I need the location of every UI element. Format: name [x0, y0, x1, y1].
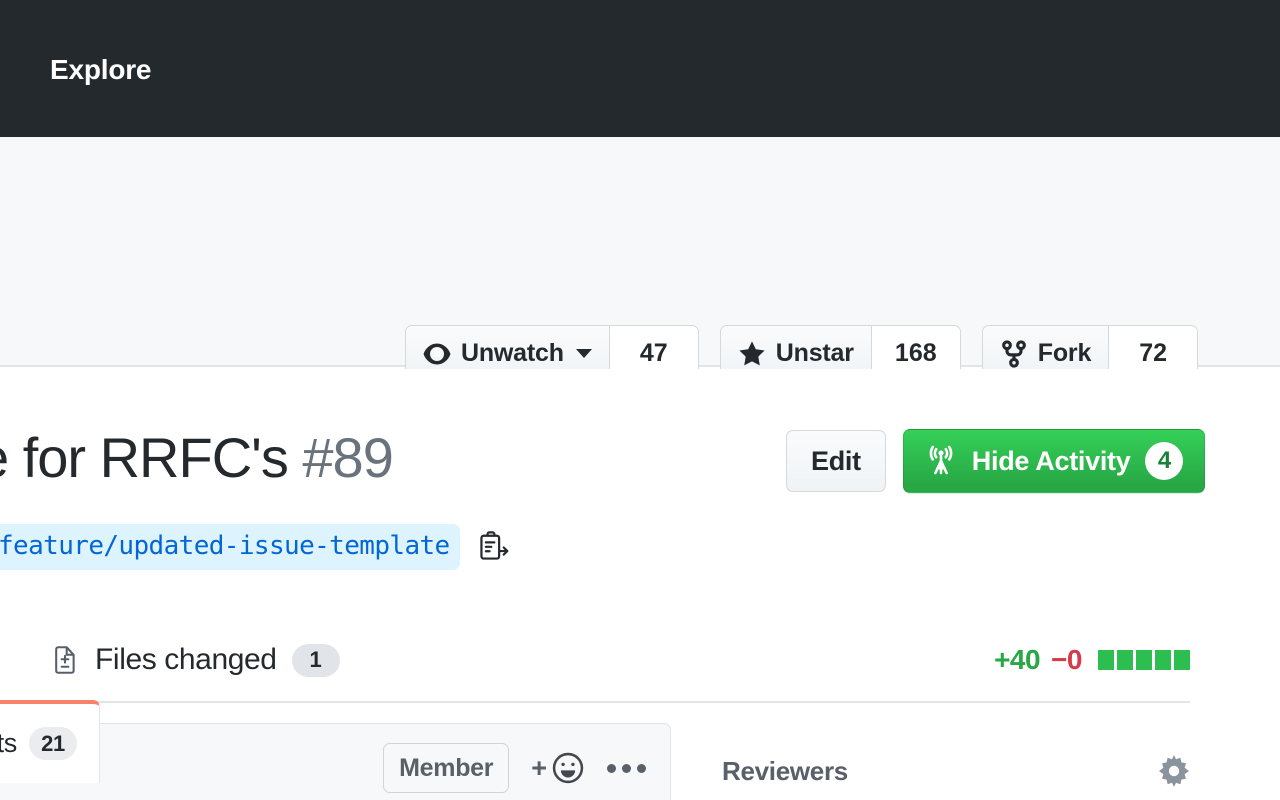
global-nav-item-explore[interactable]: Explore: [50, 54, 151, 86]
diff-stat: +40 −0: [994, 644, 1190, 676]
global-header: e Explore: [0, 0, 1280, 137]
activity-count-badge: 4: [1145, 442, 1183, 480]
smiley-icon: [551, 751, 585, 785]
diff-file-icon: [50, 645, 80, 675]
reviewers-section: Reviewers: [722, 755, 1190, 787]
files-changed-link[interactable]: Files changed 1: [50, 643, 340, 677]
reviewers-title: Reviewers: [722, 756, 848, 787]
broadcast-icon: [925, 445, 957, 477]
branch-row: feature/updated-issue-template: [0, 524, 510, 570]
files-changed-count: 1: [292, 644, 340, 677]
star-icon: [738, 340, 766, 368]
pull-request-title-text: e for RRFC's: [0, 426, 288, 489]
edit-button[interactable]: Edit: [786, 430, 886, 492]
additions-count: +40: [994, 644, 1040, 676]
selected-tab-label: ts: [0, 730, 17, 757]
plus-sign: +: [531, 753, 547, 784]
selected-tab-counter: 21: [29, 727, 77, 760]
deletions-count: −0: [1051, 644, 1082, 676]
github-pull-request-page: e Explore Unwatch 47: [0, 0, 1280, 800]
repository-subheader: Unwatch 47 Unstar 168: [0, 137, 1280, 367]
fork-icon: [1000, 340, 1028, 368]
files-changed-row: Files changed 1 +40 −0: [0, 619, 1190, 703]
fork-label: Fork: [1038, 339, 1091, 368]
chevron-down-icon[interactable]: [576, 349, 592, 358]
unwatch-label: Unwatch: [461, 339, 564, 368]
eye-icon: [423, 340, 451, 368]
pull-request-content: e for RRFC's #89 Edit Hide Activity 4: [0, 369, 1280, 800]
pull-request-title: e for RRFC's #89: [0, 426, 393, 490]
branch-name-chip[interactable]: feature/updated-issue-template: [0, 524, 460, 570]
reviewers-settings-gear-icon[interactable]: [1158, 755, 1190, 787]
hide-activity-label: Hide Activity: [972, 446, 1131, 477]
files-changed-label: Files changed: [95, 643, 277, 677]
unstar-label: Unstar: [776, 339, 854, 368]
add-reaction-button[interactable]: +: [531, 751, 585, 785]
diff-stat-blocks: [1098, 650, 1190, 670]
hide-activity-button[interactable]: Hide Activity 4: [903, 429, 1206, 493]
author-association-badge: Member: [383, 743, 509, 793]
pull-request-title-actions: Edit Hide Activity 4: [786, 429, 1205, 493]
pull-request-number: #89: [302, 426, 392, 489]
tab-selected-clipped[interactable]: ts 21: [0, 700, 100, 783]
comment-header: Member +: [0, 723, 671, 800]
copy-to-clipboard-icon[interactable]: [476, 530, 510, 564]
comment-options-menu[interactable]: [607, 764, 646, 773]
